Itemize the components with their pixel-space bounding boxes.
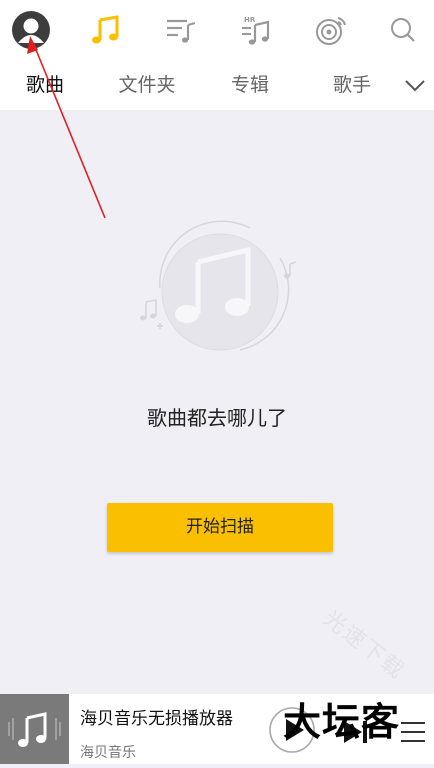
hr-music-tab-button[interactable]: HR	[234, 8, 278, 52]
now-playing-artist: 海贝音乐	[80, 745, 136, 761]
tab-artists[interactable]: 歌手	[307, 60, 397, 110]
top-toolbar: HR	[0, 0, 434, 60]
music-note-icon	[8, 712, 61, 747]
queue-list-icon	[401, 722, 425, 742]
chevron-down-icon	[405, 80, 425, 92]
music-note-icon	[92, 15, 119, 44]
radio-disc-icon	[316, 17, 346, 45]
search-button[interactable]	[381, 8, 425, 52]
tab-folders[interactable]: 文件夹	[102, 60, 192, 110]
playlist-queue-button[interactable]	[398, 718, 428, 750]
album-cover[interactable]	[0, 694, 69, 764]
avatar-icon	[12, 11, 50, 49]
search-icon	[391, 18, 415, 42]
now-playing-title: 海贝音乐无损播放器	[80, 709, 233, 729]
music-tab-button[interactable]	[84, 8, 128, 52]
svg-text:HR: HR	[244, 16, 256, 24]
empty-state-message: 歌曲都去哪儿了	[147, 406, 287, 430]
playlist-icon	[167, 19, 196, 43]
overlay-logo-text: 大坛客	[283, 700, 401, 744]
profile-avatar-button[interactable]	[9, 8, 53, 52]
category-tabs: 歌曲 文件夹 专辑 歌手	[0, 60, 434, 110]
radio-tab-button[interactable]	[309, 8, 353, 52]
expand-tabs-button[interactable]	[400, 70, 430, 100]
empty-music-illustration	[130, 218, 310, 368]
hr-music-icon: HR	[242, 16, 270, 45]
music-disc-icon	[140, 220, 297, 351]
playlist-tab-button[interactable]	[159, 8, 203, 52]
tab-albums[interactable]: 专辑	[205, 60, 295, 110]
tab-songs[interactable]: 歌曲	[0, 60, 90, 110]
start-scan-button[interactable]: 开始扫描	[107, 503, 333, 552]
